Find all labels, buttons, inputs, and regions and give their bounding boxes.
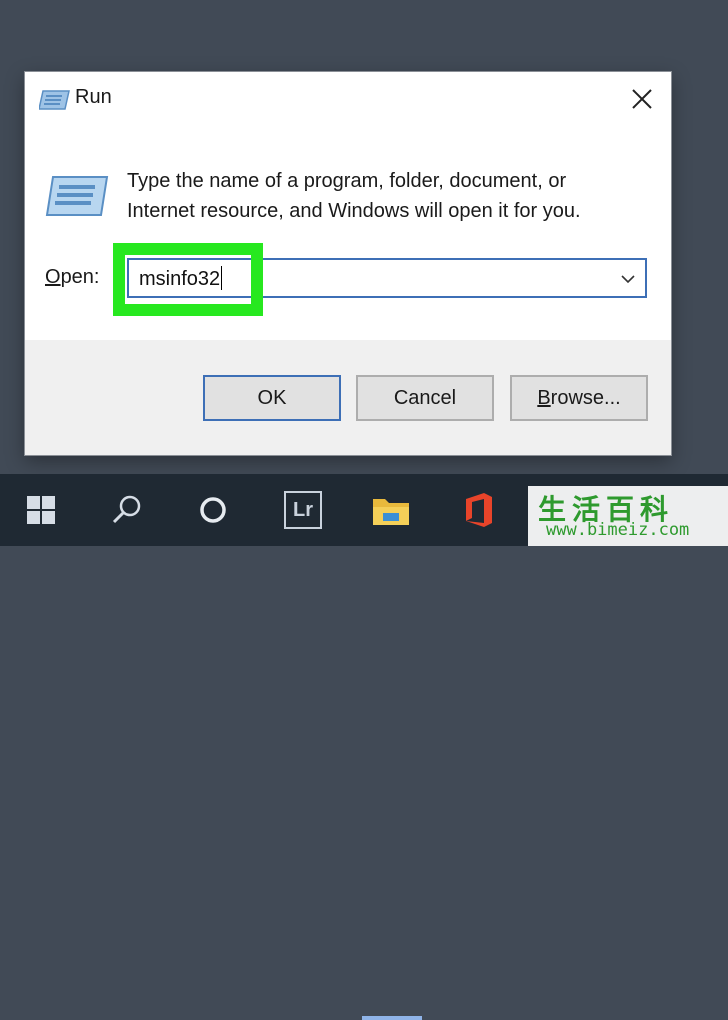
lightroom-button[interactable]: Lr [268,474,338,546]
file-explorer-icon [373,499,409,525]
cortana-button[interactable] [178,474,248,546]
dialog-description: Type the name of a program, folder, docu… [127,166,581,226]
browse-button-accelerator: B [537,386,551,409]
dialog-title: Run [75,86,112,108]
lightroom-label: Lr [293,498,313,521]
input-highlight-box [113,243,263,316]
browse-button[interactable]: Browse... [510,375,648,421]
search-button[interactable] [92,474,162,546]
open-label-accelerator: O [45,266,61,288]
open-label-text: pen: [60,266,100,288]
watermark-url: www.bimeiz.com [546,520,690,540]
cortana-icon [200,497,226,523]
description-line-2: Internet resource, and Windows will open… [127,200,581,222]
search-icon [112,495,141,524]
lightroom-icon: Lr [284,491,322,529]
chevron-down-icon[interactable] [619,270,637,288]
ok-button[interactable]: OK [203,375,341,421]
office-icon [466,493,492,527]
cancel-button[interactable]: Cancel [356,375,494,421]
description-line-1: Type the name of a program, folder, docu… [127,170,567,192]
cancel-button-label: Cancel [393,386,457,409]
browse-button-label: rowse... [550,386,621,409]
ok-button-label: OK [257,386,287,409]
active-app-indicator [362,1016,422,1020]
file-explorer-button[interactable] [356,474,426,546]
close-button[interactable] [613,72,671,126]
dialog-body: Type the name of a program, folder, docu… [25,126,671,340]
windows-icon [27,496,55,524]
start-button[interactable] [6,474,76,546]
office-button[interactable] [444,474,514,546]
run-dialog: Run Type the name of a program, folder, … [25,72,671,455]
watermark: 生活百科 www.bimeiz.com [528,486,728,546]
button-bar: OK Cancel Browse... [25,340,671,455]
run-large-icon [45,176,109,216]
run-app-icon [39,90,70,110]
close-icon [632,89,652,109]
open-label: Open: [45,266,100,289]
title-bar[interactable]: Run [25,72,671,126]
